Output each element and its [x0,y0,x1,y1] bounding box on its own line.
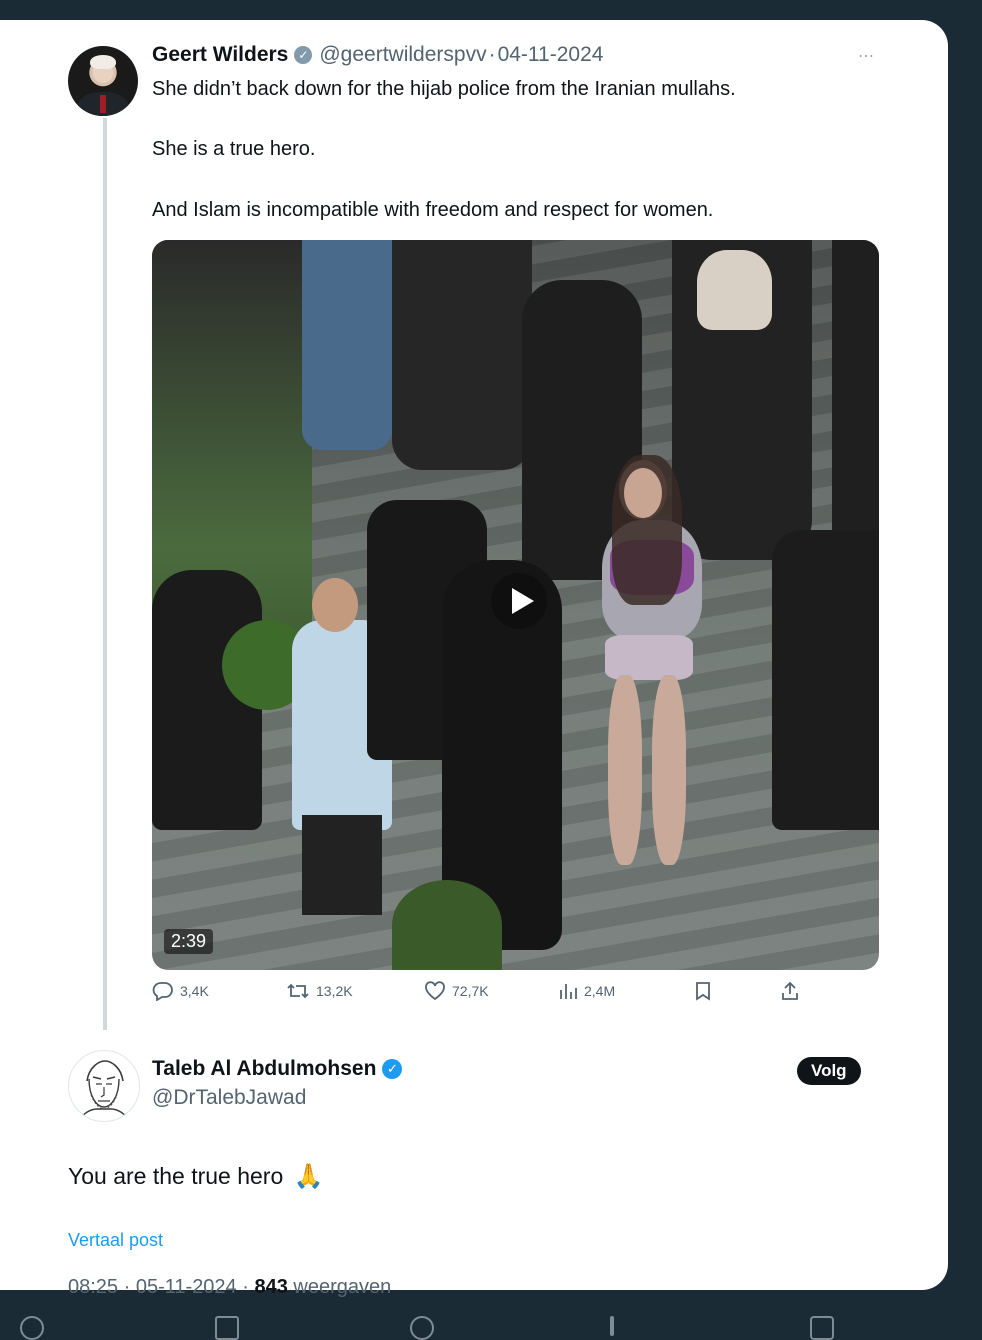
bookmark-button[interactable] [694,981,718,1001]
follow-button[interactable]: Volg [797,1057,861,1085]
quoted-post-text-line-3: And Islam is incompatible with freedom a… [152,199,714,221]
reply-text-row: You are the true hero 🙏 [68,1162,324,1191]
views-count: 2,4M [584,983,616,999]
header-separator: · [488,43,496,66]
view-count: 843 [254,1276,288,1298]
quoted-post-actions: 3,4K 13,2K 72,7K 2,4M [152,981,812,1011]
bookmark-icon [696,982,710,1001]
post-card: Geert Wilders ✓ @geertwilderspvv · 04-11… [0,20,948,1298]
sketch-portrait-icon [78,1060,130,1121]
quoted-post-date[interactable]: 04-11-2024 [498,43,604,67]
quoted-author-name[interactable]: Geert Wilders [152,43,288,67]
quoted-author-handle[interactable]: @geertwilderspvv [319,43,486,67]
reply-icon[interactable] [20,1316,44,1340]
reply-count: 3,4K [180,983,209,999]
reply-text: You are the true hero [68,1163,284,1189]
analytics-icon [560,984,577,999]
video-duration: 2:39 [164,929,214,954]
translate-post-link[interactable]: Vertaal post [68,1230,163,1251]
post-meta: 08:25 · 05-11-2024 · 843 weergaven [68,1276,391,1299]
quoted-post-text-line-2: She is a true hero. [152,138,316,160]
share-icon [782,981,798,1000]
meta-separator-1: · [123,1276,131,1298]
reply-author-avatar[interactable] [68,1050,140,1122]
view-label: weergaven [293,1276,392,1298]
thread-connector-line [103,118,107,1030]
play-icon[interactable] [490,572,548,630]
verified-badge-icon: ✓ [294,46,313,64]
verified-badge-icon: ✓ [382,1059,403,1079]
reply-author-handle[interactable]: @DrTalebJawad [152,1086,306,1110]
heart-icon[interactable] [410,1316,434,1340]
reply-author-name[interactable]: Taleb Al Abdulmohsen [152,1057,376,1081]
reply-button[interactable]: 3,4K [152,981,209,1001]
analytics-icon[interactable] [610,1316,614,1336]
reply-icon [152,982,173,1001]
share-button[interactable] [780,981,806,1001]
heart-icon [425,981,445,1001]
more-options-icon[interactable]: ⋯ [858,46,875,66]
like-count: 72,7K [452,983,489,999]
repost-count: 13,2K [316,983,353,999]
praying-hands-emoji: 🙏 [293,1163,324,1190]
bookmark-icon[interactable] [810,1316,834,1340]
views-button[interactable]: 2,4M [558,981,615,1001]
post-time[interactable]: 08:25 [68,1276,118,1298]
repost-icon [287,983,309,999]
video-player[interactable]: 2:39 [152,240,879,970]
meta-separator-2: · [242,1276,249,1298]
quoted-post-text-line-1: She didn’t back down for the hijab polic… [152,78,736,100]
repost-icon[interactable] [215,1316,239,1340]
reply-author-name-row: Taleb Al Abdulmohsen ✓ [152,1057,403,1081]
quoted-author-avatar[interactable] [68,46,138,116]
quoted-post-header: Geert Wilders ✓ @geertwilderspvv · 04-11… [152,42,603,68]
repost-button[interactable]: 13,2K [286,981,353,1001]
post-date[interactable]: 05-11-2024 [136,1276,237,1298]
bottom-action-bar [0,1300,982,1340]
like-button[interactable]: 72,7K [424,981,489,1001]
